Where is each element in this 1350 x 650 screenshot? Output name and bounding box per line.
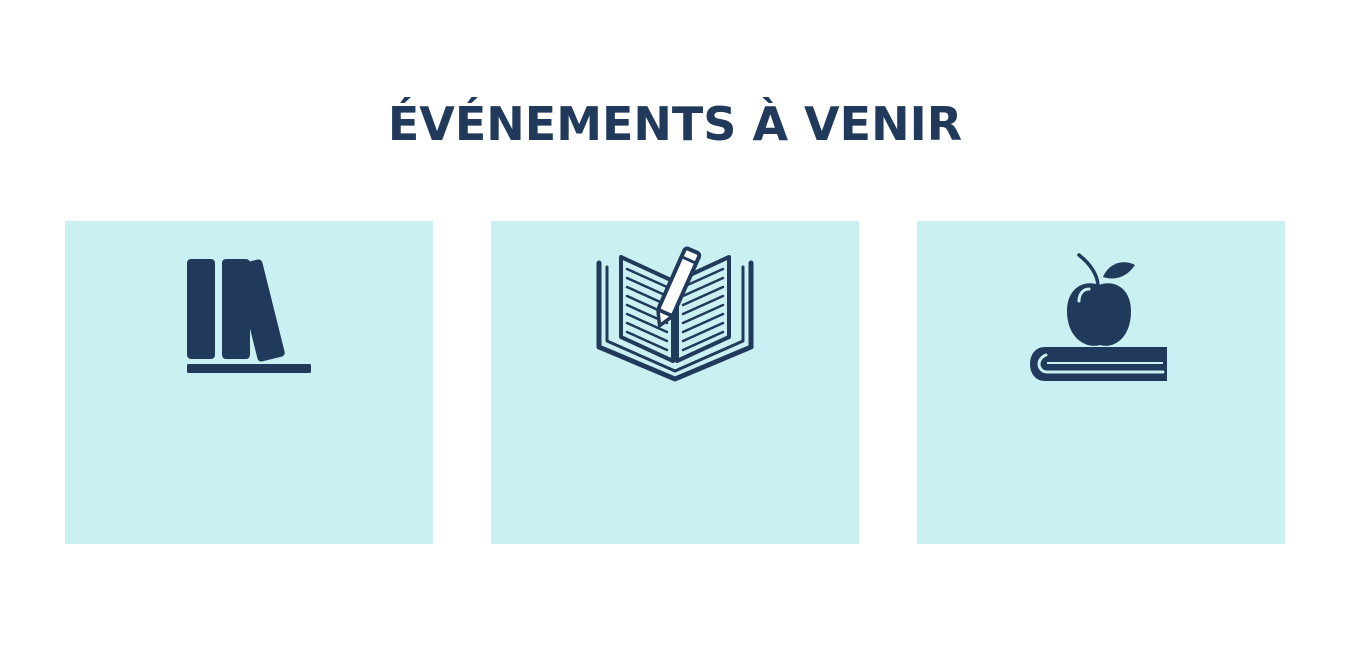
section-title: ÉVÉNEMENTS À VENIR [387,97,963,151]
apple-on-book-icon [917,221,1285,391]
event-card-1[interactable] [65,221,433,544]
books-on-shelf-icon [65,221,433,391]
open-book-with-pen-icon [491,221,859,391]
event-card-2[interactable] [491,221,859,544]
event-card-3[interactable] [917,221,1285,544]
